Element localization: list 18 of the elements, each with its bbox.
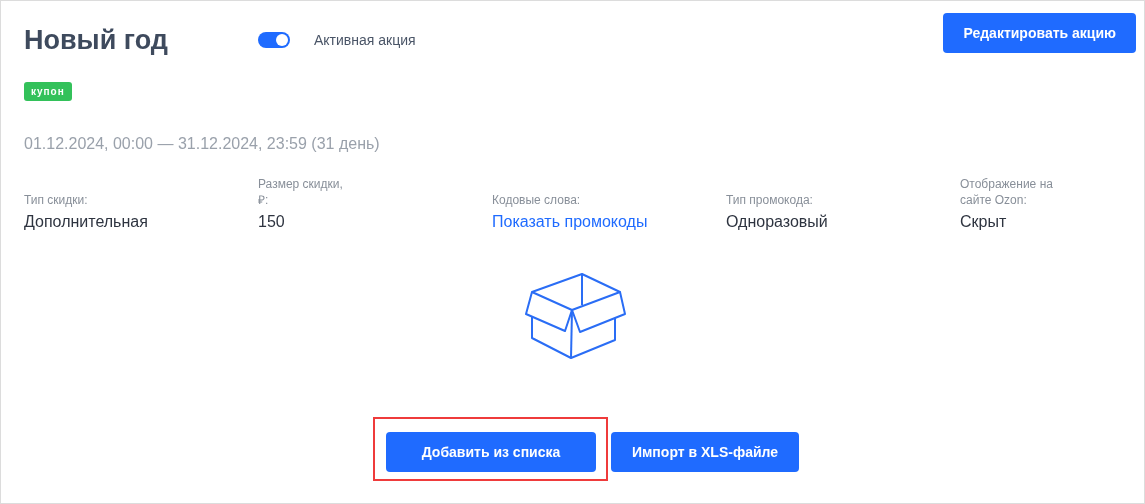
field-label: Тип промокода: (726, 192, 814, 208)
page-title: Новый год (24, 25, 169, 56)
toggle-label: Активная акция (314, 32, 416, 48)
field-label: Отображение на сайте Ozon: (960, 176, 1054, 208)
edit-button[interactable]: Редактировать акцию (943, 13, 1136, 53)
show-codes-link[interactable]: Показать промокоды (492, 213, 726, 231)
toggle-switch[interactable] (258, 32, 290, 48)
date-range: 01.12.2024, 00:00 — 31.12.2024, 23:59 (31 день) (24, 135, 381, 153)
field-value: Одноразовый (726, 213, 829, 231)
field-value: Дополнительная (24, 213, 149, 231)
action-button[interactable]: Импорт в XLS-файле (611, 432, 799, 472)
action-button[interactable]: Добавить из списка (386, 432, 596, 472)
field-value: 150 (258, 213, 286, 231)
field-label: Размер скидки, ₽: (258, 176, 344, 208)
field-value: Скрыт (960, 213, 1008, 231)
field-label: Тип скидки: (24, 192, 89, 208)
field-label: Кодовые слова: (492, 192, 582, 208)
coupon-badge: купон (24, 82, 72, 101)
